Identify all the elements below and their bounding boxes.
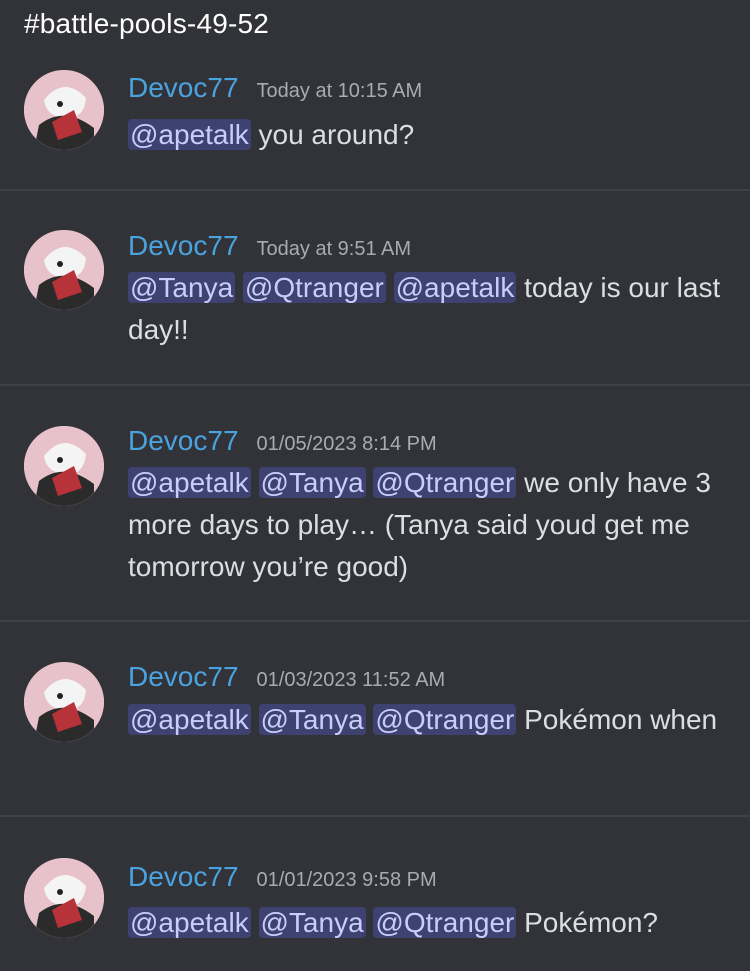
timestamp: 01/05/2023 8:14 PM: [256, 433, 437, 455]
avatar-image: [24, 70, 104, 150]
message-divider: [0, 815, 750, 817]
message-content: @apetalk you around?: [128, 114, 728, 156]
message-content: @apetalk @Tanya @Qtranger Pokémon?: [128, 902, 728, 944]
username[interactable]: Devoc77: [128, 72, 239, 104]
message-content: @apetalk @Tanya @Qtranger Pokémon when: [128, 699, 728, 741]
mention[interactable]: @Tanya: [258, 467, 366, 498]
message-content: @apetalk @Tanya @Qtranger we only have 3…: [128, 462, 728, 588]
mention[interactable]: @apetalk: [393, 272, 517, 303]
mention[interactable]: @Qtranger: [373, 704, 517, 735]
username[interactable]: Devoc77: [128, 661, 239, 693]
mention[interactable]: @Tanya: [258, 704, 366, 735]
mention[interactable]: @apetalk: [128, 119, 251, 150]
message-divider: [0, 189, 750, 191]
mention[interactable]: @apetalk: [128, 704, 251, 735]
message-divider: [0, 620, 750, 622]
message-text: you around?: [258, 119, 415, 150]
timestamp: Today at 9:51 AM: [256, 238, 412, 260]
mention[interactable]: @apetalk: [128, 907, 251, 938]
mention[interactable]: @Tanya: [258, 907, 366, 938]
message-text: Pokémon when: [524, 704, 718, 735]
avatar[interactable]: [24, 70, 104, 150]
username[interactable]: Devoc77: [128, 861, 239, 893]
mention[interactable]: @Qtranger: [242, 272, 386, 303]
username[interactable]: Devoc77: [128, 425, 239, 457]
timestamp: Today at 10:15 AM: [256, 80, 423, 102]
username[interactable]: Devoc77: [128, 230, 239, 262]
message-divider: [0, 384, 750, 386]
message-content: @Tanya @Qtranger @apetalk today is our l…: [128, 267, 728, 351]
mention[interactable]: @Qtranger: [373, 907, 517, 938]
mention[interactable]: @Qtranger: [373, 467, 517, 498]
avatar[interactable]: [24, 858, 104, 938]
mention[interactable]: @Tanya: [128, 272, 236, 303]
avatar-image: [24, 858, 104, 938]
avatar-image: [24, 230, 104, 310]
channel-title: #battle-pools-49-52: [24, 8, 270, 39]
timestamp: 01/03/2023 11:52 AM: [256, 669, 446, 691]
avatar-image: [24, 426, 104, 506]
avatar[interactable]: [24, 662, 104, 742]
mention[interactable]: @apetalk: [128, 467, 251, 498]
timestamp: 01/01/2023 9:58 PM: [256, 869, 437, 891]
avatar[interactable]: [24, 426, 104, 506]
avatar-image: [24, 662, 104, 742]
avatar[interactable]: [24, 230, 104, 310]
message-text: Pokémon?: [524, 907, 658, 938]
